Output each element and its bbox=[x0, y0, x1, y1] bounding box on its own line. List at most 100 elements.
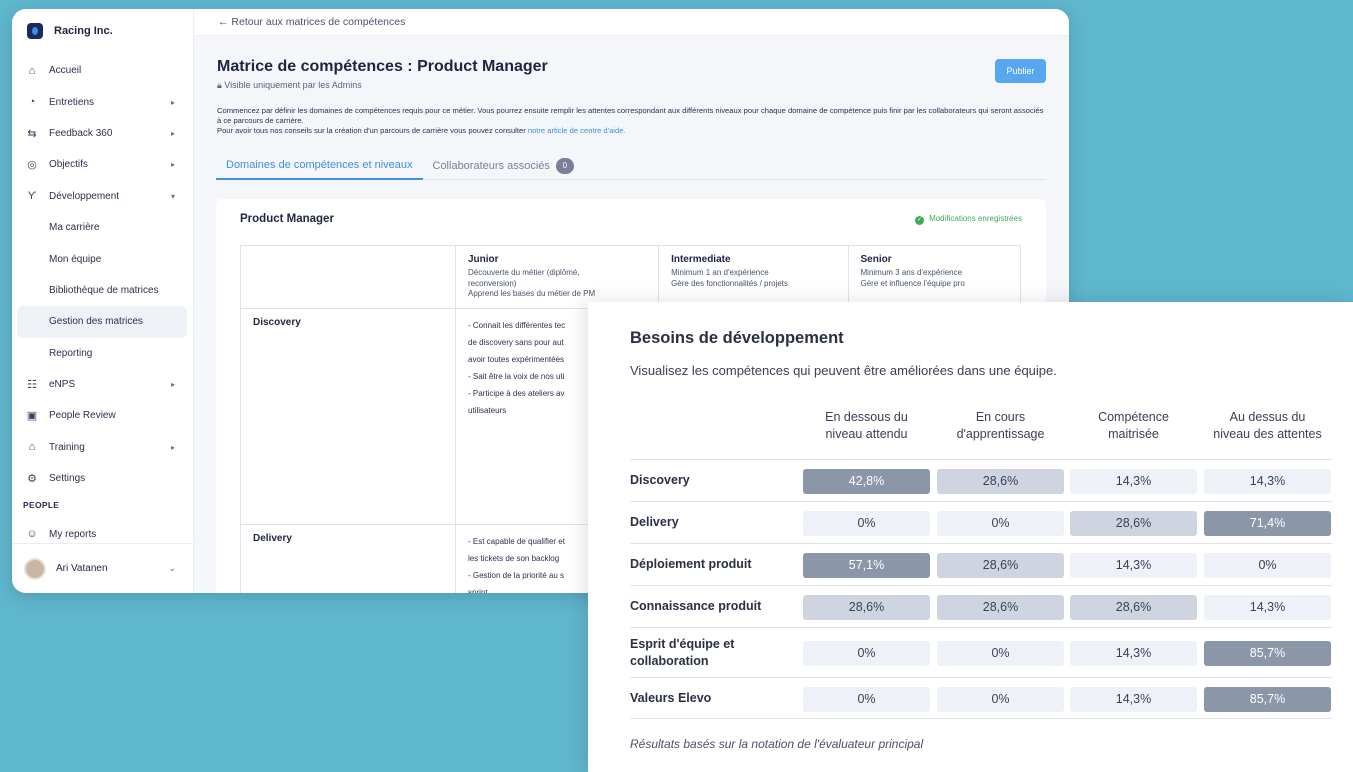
chevron-right-icon: ▸ bbox=[170, 380, 175, 390]
percentage-cell: 14,3% bbox=[1070, 686, 1197, 712]
target-icon: ◎ bbox=[27, 159, 37, 172]
brand-name: Racing Inc. bbox=[54, 25, 113, 37]
level-description: Gère et influence l'équipe pro bbox=[860, 278, 965, 288]
page-title: Matrice de compétences : Product Manager bbox=[217, 58, 548, 75]
chevron-right-icon: ▸ bbox=[170, 160, 175, 170]
brand-logo-icon bbox=[27, 23, 43, 39]
column-header-line: d'apprentissage bbox=[956, 427, 1045, 441]
column-header-line: Au dessus du bbox=[1229, 410, 1306, 424]
percentage-cell: 28,6% bbox=[937, 594, 1064, 620]
card-title: Product Manager bbox=[240, 213, 334, 225]
table-row: Discovery 42,8% 28,6% 14,3% 14,3% bbox=[630, 459, 1332, 501]
visibility-note: 🔒︎ Visible uniquement par les Admins bbox=[217, 80, 362, 91]
sidebar-item-bibliotheque-de-matrices[interactable]: Bibliothèque de matrices bbox=[12, 275, 193, 306]
tab-label: Collaborateurs associés bbox=[432, 160, 550, 172]
sprout-icon: ϒ bbox=[27, 190, 37, 203]
sidebar-item-label: Feedback 360 bbox=[49, 127, 113, 139]
tab-collaborators[interactable]: Collaborateurs associés 0 bbox=[423, 152, 584, 180]
level-header: Junior Découverte du métier (diplômé, reco… bbox=[454, 245, 660, 309]
percentage-cell: 14,3% bbox=[1070, 640, 1197, 666]
domain-name[interactable]: Delivery bbox=[240, 523, 456, 593]
column-header-line: En cours bbox=[975, 410, 1026, 424]
chat-icon: ◔ bbox=[28, 96, 36, 109]
level-description: reconversion) bbox=[468, 278, 517, 288]
column-header: En cours d'apprentissage bbox=[937, 409, 1064, 443]
percentage-cell: 28,6% bbox=[1070, 510, 1197, 536]
sidebar: Racing Inc. ⌂ Accueil ◔ Entretiens ▸ ⇆ Feedbac… bbox=[12, 9, 194, 593]
table-row: Déploiement produit 57,1% 28,6% 14,3% 0% bbox=[630, 543, 1332, 585]
sidebar-item-label: eNPS bbox=[49, 379, 76, 391]
user-menu[interactable]: Ari Vatanen ⌄ bbox=[12, 543, 194, 593]
percentage-cell: 42,8% bbox=[803, 468, 930, 494]
percentage-cell: 0% bbox=[937, 640, 1064, 666]
avatar bbox=[24, 557, 46, 580]
sidebar-item-reporting[interactable]: Reporting bbox=[12, 338, 193, 369]
percentage-cell: 28,6% bbox=[937, 468, 1064, 494]
column-header: Compétence maitrisée bbox=[1070, 409, 1197, 443]
intro-help: Pour avoir tous nos conseils sur la créa… bbox=[217, 126, 1047, 136]
level-description: Minimum 1 an d'expérience bbox=[671, 268, 769, 277]
domain-name[interactable]: Discovery bbox=[240, 307, 456, 525]
gear-icon: ⚙ bbox=[27, 473, 37, 486]
saved-status: ✓ Modifications enregistrées bbox=[915, 214, 1022, 225]
sidebar-item-training[interactable]: ⌂ Training ▸ bbox=[12, 432, 193, 463]
chevron-down-icon: ⌄ bbox=[168, 563, 176, 573]
column-header-line: niveau attendu bbox=[825, 427, 908, 441]
column-header-line: maitrisée bbox=[1108, 427, 1159, 441]
sidebar-item-label: Reporting bbox=[49, 347, 93, 359]
sidebar-item-entretiens[interactable]: ◔ Entretiens ▸ bbox=[12, 86, 193, 117]
level-name: Junior bbox=[468, 254, 499, 265]
skill-label: Delivery bbox=[630, 515, 679, 529]
percentage-cell: 0% bbox=[803, 686, 930, 712]
sidebar-item-developpement[interactable]: ϒ Développement ▾ bbox=[12, 181, 193, 212]
percentage-cell: 28,6% bbox=[1070, 594, 1197, 620]
level-header: Intermediate Minimum 1 an d'expérience Gèr… bbox=[658, 245, 849, 309]
sidebar-item-objectifs[interactable]: ◎ Objectifs ▸ bbox=[12, 149, 193, 180]
percentage-cell: 28,6% bbox=[803, 594, 930, 620]
users-icon: ☺ bbox=[26, 528, 38, 541]
percentage-cell: 85,7% bbox=[1204, 640, 1331, 666]
sidebar-nav: ⌂ Accueil ◔ Entretiens ▸ ⇆ Feedback 360 ▸ ◎ Objec… bbox=[12, 55, 193, 494]
level-description: Apprend les bases du métier de PM bbox=[468, 289, 596, 298]
sidebar-item-label: Bibliothèque de matrices bbox=[49, 284, 159, 296]
table-row: Delivery 0% 0% 28,6% 71,4% bbox=[630, 501, 1332, 543]
percentage-cell: 14,3% bbox=[1070, 468, 1197, 494]
chevron-right-icon: ▸ bbox=[170, 128, 175, 138]
percentage-cell: 0% bbox=[937, 510, 1064, 536]
brand[interactable]: Racing Inc. bbox=[12, 9, 193, 53]
skill-label: Valeurs Elevo bbox=[630, 691, 712, 705]
sidebar-item-gestion-des-matrices[interactable]: Gestion des matrices bbox=[17, 306, 187, 338]
tab-domains[interactable]: Domaines de compétences et niveaux bbox=[216, 152, 423, 180]
sidebar-item-ma-carriere[interactable]: Ma carrière bbox=[12, 212, 193, 243]
help-article-link[interactable]: notre article de centre d'aide. bbox=[528, 126, 626, 135]
intro-text: Commencez par définir les domaines de co… bbox=[217, 106, 1047, 136]
review-icon: ▣ bbox=[26, 410, 38, 423]
back-link[interactable]: ← Retour aux matrices de compétences bbox=[194, 9, 1069, 36]
table-row: Connaissance produit 28,6% 28,6% 28,6% 14,3% bbox=[630, 585, 1332, 627]
feedback-icon: ⇆ bbox=[27, 127, 37, 140]
sidebar-item-mon-equipe[interactable]: Mon équipe bbox=[12, 243, 193, 274]
sidebar-item-people-review[interactable]: ▣ People Review bbox=[12, 400, 193, 431]
intro-paragraph: Commencez par définir les domaines de co… bbox=[217, 106, 1044, 125]
table-row: Esprit d'équipe et collaboration 0% 0% 14,3… bbox=[630, 627, 1332, 677]
publish-button[interactable]: Publier bbox=[995, 59, 1046, 83]
home-icon: ⌂ bbox=[28, 64, 36, 77]
dev-needs-subtitle: Visualisez les compétences qui peuvent ê… bbox=[630, 363, 1057, 378]
percentage-cell: 71,4% bbox=[1204, 510, 1331, 536]
dev-needs-footnote: Résultats basés sur la notation de l'éva… bbox=[630, 737, 924, 751]
sidebar-item-label: Accueil bbox=[49, 65, 82, 77]
section-people: PEOPLE bbox=[23, 500, 60, 511]
sidebar-item-label: Mon équipe bbox=[49, 253, 102, 265]
sidebar-item-accueil[interactable]: ⌂ Accueil bbox=[12, 55, 193, 86]
percentage-cell: 0% bbox=[937, 686, 1064, 712]
saved-text: Modifications enregistrées bbox=[929, 214, 1022, 223]
column-header: Au dessus du niveau des attentes bbox=[1204, 409, 1331, 443]
column-header-line: niveau des attentes bbox=[1213, 427, 1322, 441]
sidebar-item-feedback-360[interactable]: ⇆ Feedback 360 ▸ bbox=[12, 118, 193, 149]
sidebar-item-settings[interactable]: ⚙ Settings bbox=[12, 463, 193, 494]
count-badge: 0 bbox=[555, 158, 574, 174]
level-description: Découverte du métier (diplômé, bbox=[468, 268, 580, 277]
sidebar-item-label: Settings bbox=[49, 473, 86, 485]
chevron-down-icon: ▾ bbox=[170, 191, 175, 201]
sidebar-item-enps[interactable]: ☷ eNPS ▸ bbox=[12, 369, 193, 400]
